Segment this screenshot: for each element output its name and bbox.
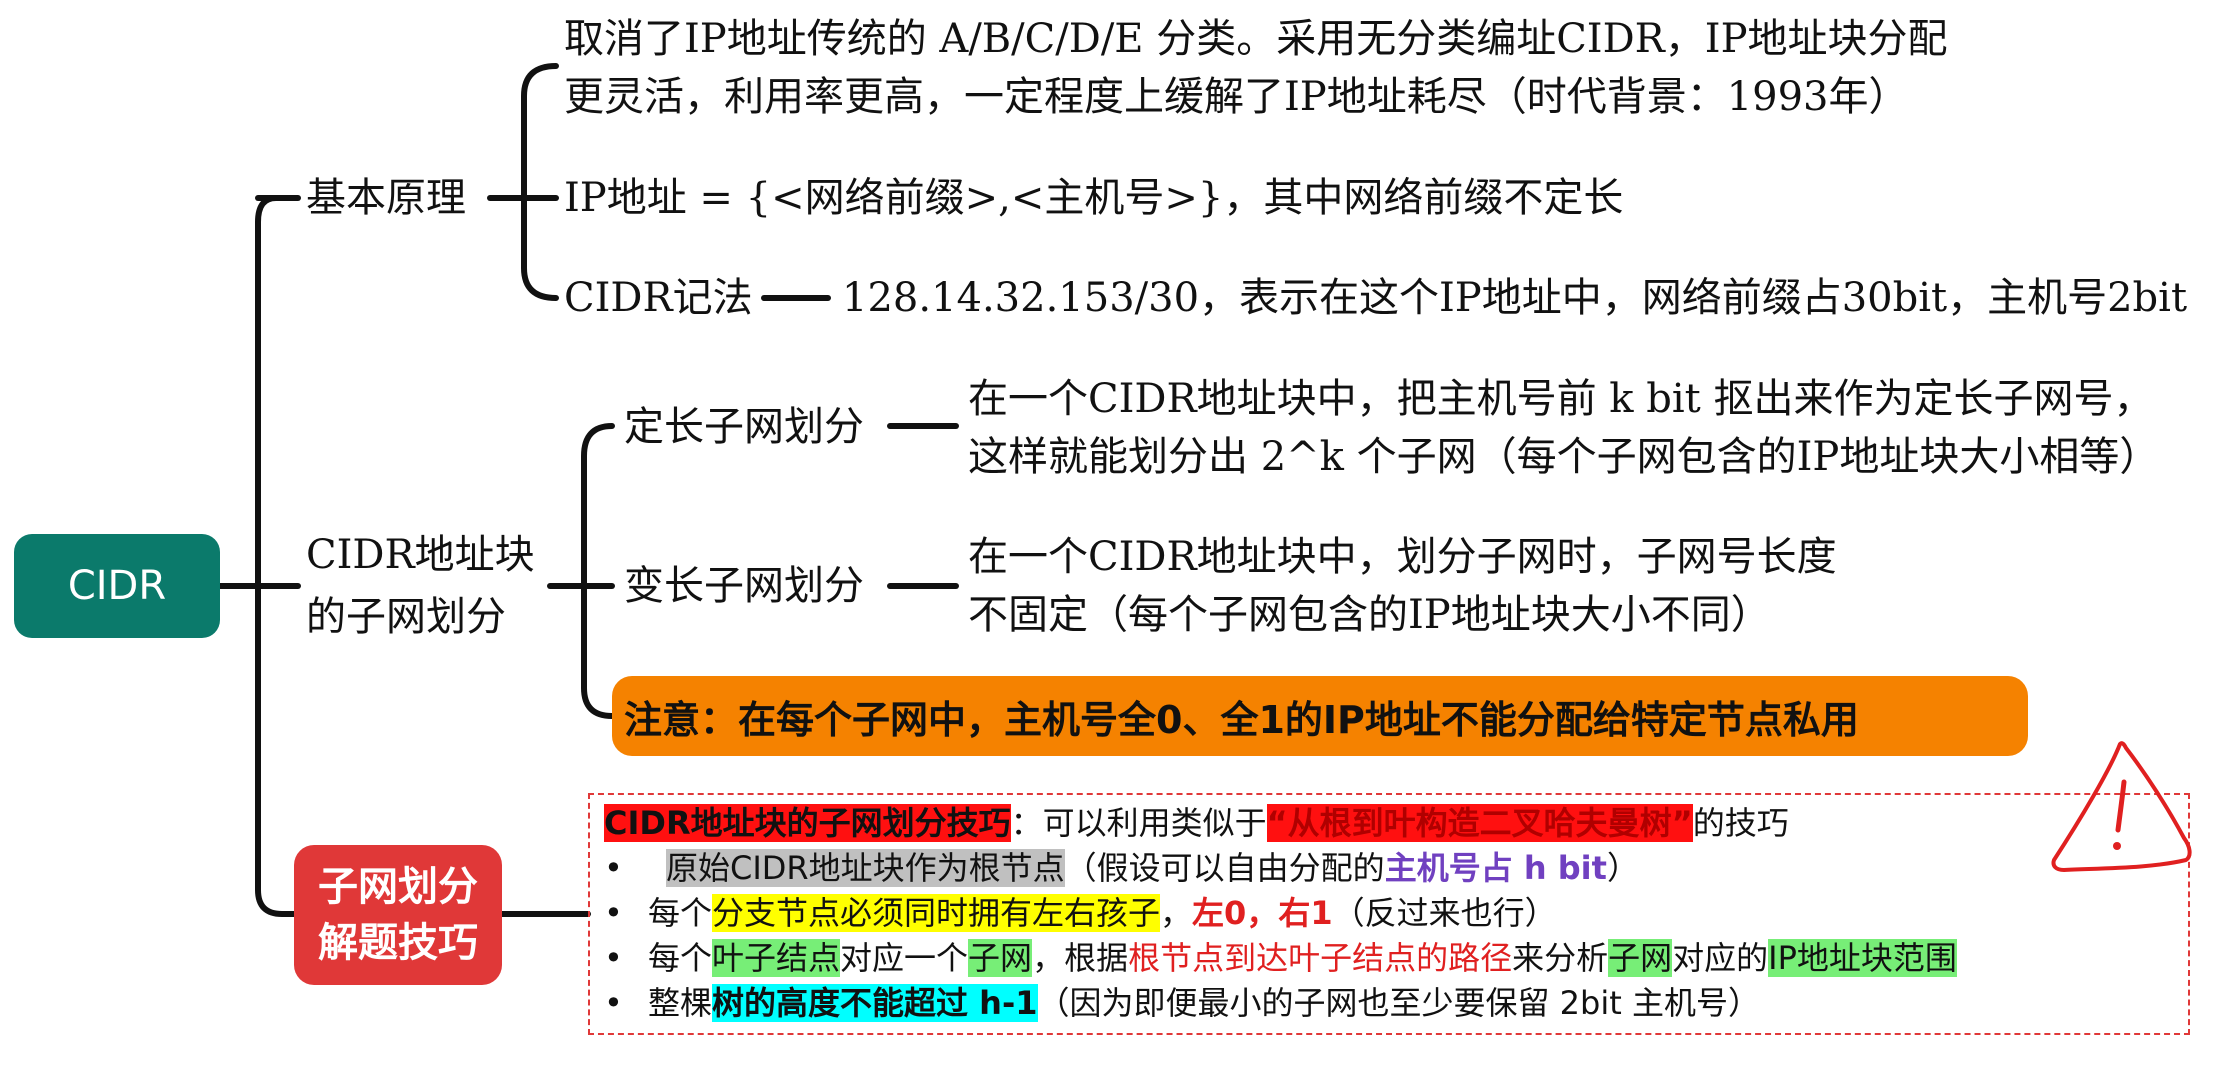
tips-b2-tail: （反过来也行） (1332, 894, 1557, 932)
basic-item1-line1: 取消了IP地址传统的 A/B/C/D/E 分类。采用无分类编址CIDR，IP地址… (564, 16, 1948, 62)
tips-b3-red: 根节点到达叶子结点的路径 (1128, 939, 1513, 977)
tips-b1-purple: 主机号占 h bit (1384, 849, 1607, 887)
tips-b3-mid2: ，根据 (1032, 939, 1129, 977)
tips-b2-sep: ， (1160, 894, 1193, 932)
tips-label-line2: 解题技巧 (318, 920, 478, 966)
tips-b1-tail: ） (1606, 849, 1639, 887)
tips-title-mid: ：可以利用类似于 (1010, 804, 1267, 842)
basic-item1-line2: 更灵活，利用率更高，一定程度上缓解了IP地址耗尽（时代背景：1993年） (564, 74, 1909, 120)
bullet-dot: • (604, 849, 623, 887)
tips-b2-highlight: 分支节点必须同时拥有左右孩子 (712, 894, 1161, 932)
tips-bullet-3: • 每个叶子结点对应一个子网，根据根节点到达叶子结点的路径来分析子网对应的IP地址… (604, 936, 1957, 980)
root-label: CIDR (67, 563, 167, 609)
tips-title-tail: 的技巧 (1692, 804, 1789, 842)
tips-b3-pre: 每个 (648, 939, 713, 977)
tips-b4-tail: （因为即便最小的子网也至少要保留 2bit 主机号） (1037, 984, 1760, 1022)
tips-b3-mid4: 对应的 (1672, 939, 1769, 977)
tips-b2-pre: 每个 (648, 894, 713, 932)
tips-bullet-1: • 原始CIDR地址块作为根节点（假设可以自由分配的主机号占 h bit） (604, 846, 1639, 890)
tips-label-line1: 子网划分 (318, 864, 478, 910)
tips-b1-highlight: 原始CIDR地址块作为根节点 (666, 849, 1065, 887)
fixed-subnet-label: 定长子网划分 (624, 404, 864, 450)
note-banner: 注意：在每个子网中，主机号全0、全1的IP地址不能分配给特定节点私用 (612, 676, 2028, 756)
note-text: 注意：在每个子网中，主机号全0、全1的IP地址不能分配给特定节点私用 (624, 697, 1859, 742)
root-node: CIDR (14, 534, 220, 638)
tips-b2-red: 左0，右1 (1192, 894, 1333, 932)
cidr-notation-detail: 128.14.32.153/30，表示在这个IP地址中，网络前缀占30bit，主… (842, 275, 2188, 321)
subnet-bracket (581, 423, 615, 719)
tips-node: 子网划分 解题技巧 (294, 845, 502, 985)
tips-b4-highlight: 树的高度不能超过 h-1 (712, 984, 1038, 1022)
basic-principle-label: 基本原理 (306, 175, 466, 221)
tips-b3-mid1: 对应一个 (840, 939, 969, 977)
bullet-dot: • (604, 984, 623, 1022)
variable-subnet-label: 变长子网划分 (624, 563, 864, 609)
variable-subnet-line1: 在一个CIDR地址块中，划分子网时，子网号长度 (968, 534, 1837, 580)
tips-b3-hl1: 叶子结点 (712, 939, 841, 977)
basic-item2: IP地址 = {<网络前缀>,<主机号>}，其中网络前缀不定长 (564, 175, 1624, 221)
subnet-label-line1: CIDR地址块 (306, 532, 535, 578)
bullet-dot: • (604, 939, 623, 977)
tips-b3-hl4: IP地址块范围 (1768, 939, 1957, 977)
tips-b3-hl2: 子网 (968, 939, 1033, 977)
bullet-dot: • (604, 894, 623, 932)
warning-icon (2051, 741, 2192, 872)
tips-b4-pre: 整棵 (648, 984, 713, 1022)
subnet-label-line2: 的子网划分 (306, 594, 506, 640)
tips-bullet-2: • 每个分支节点必须同时拥有左右孩子，左0，右1（反过来也行） (604, 891, 1557, 935)
tips-title-quote: “从根到叶构造二叉哈夫曼树” (1266, 804, 1693, 842)
tips-b3-mid3: 来分析 (1512, 939, 1609, 977)
cidr-notation-label: CIDR记法 (564, 275, 753, 321)
tips-title-highlight: CIDR地址块的子网划分技巧 (604, 804, 1011, 842)
variable-subnet-line2: 不固定（每个子网包含的IP地址块大小不同） (968, 592, 1771, 638)
fixed-subnet-line2: 这样就能划分出 2^k 个子网（每个子网包含的IP地址块大小相等） (968, 434, 2160, 480)
tips-bullet-4: • 整棵树的高度不能超过 h-1（因为即便最小的子网也至少要保留 2bit 主机号… (604, 981, 1760, 1025)
tips-b1-mid: （假设可以自由分配的 (1064, 849, 1385, 887)
tips-title: CIDR地址块的子网划分技巧：可以利用类似于“从根到叶构造二叉哈夫曼树”的技巧 (604, 801, 1789, 845)
basic-bracket (521, 63, 559, 301)
main-bracket (255, 195, 297, 917)
fixed-subnet-line1: 在一个CIDR地址块中，把主机号前 k bit 抠出来作为定长子网号， (968, 376, 2154, 422)
tips-b3-hl3: 子网 (1608, 939, 1673, 977)
